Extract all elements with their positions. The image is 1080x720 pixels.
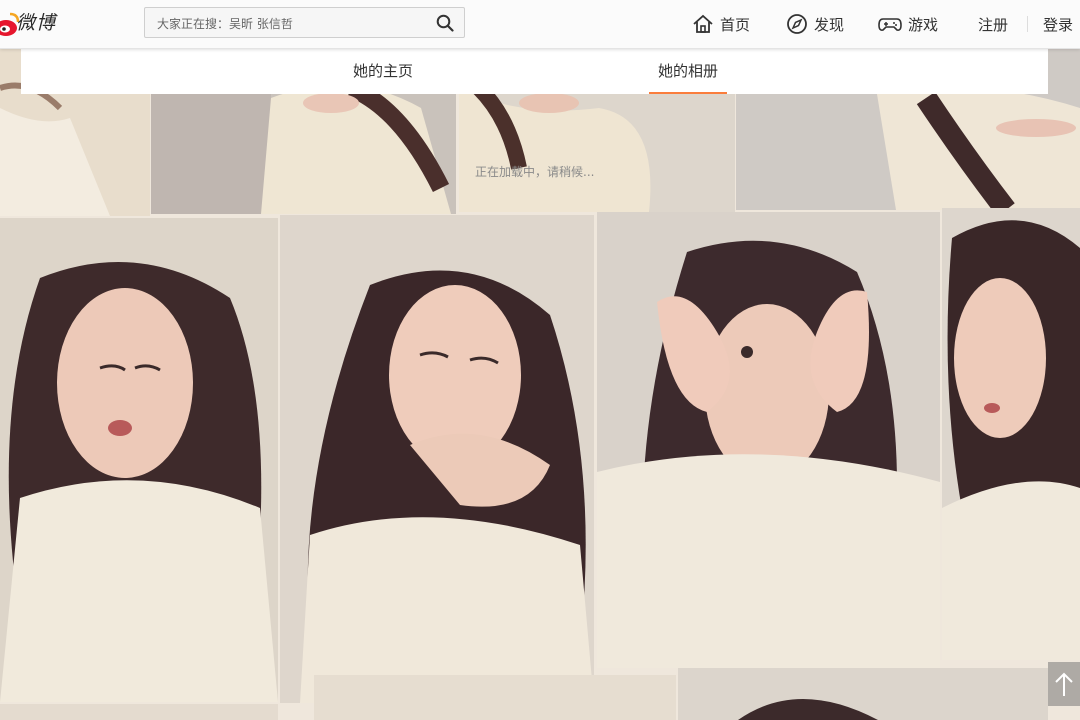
album-photo[interactable] (678, 668, 1048, 720)
register-link[interactable]: 注册 (978, 14, 1008, 35)
album-photo[interactable] (597, 212, 940, 668)
search-input[interactable] (155, 8, 429, 39)
login-link[interactable]: 登录 (1043, 14, 1073, 35)
album-photo[interactable] (0, 218, 278, 702)
album-photo[interactable] (280, 215, 594, 703)
loading-text: 正在加载中，请稍候... (475, 165, 595, 179)
tab-her-homepage[interactable]: 她的主页 (343, 49, 423, 94)
nav-games[interactable]: 游戏 (878, 0, 938, 48)
compass-icon (787, 14, 807, 34)
nav-divider (1027, 16, 1028, 32)
back-to-top-button[interactable] (1048, 662, 1080, 706)
search-icon[interactable] (436, 14, 454, 32)
nav-discover-label: 发现 (814, 15, 845, 34)
search-box[interactable] (144, 7, 465, 39)
profile-tabs: 她的主页 她的相册 (21, 49, 1048, 94)
nav-login[interactable]: 登录 (1043, 0, 1073, 48)
home-icon (693, 14, 713, 33)
nav-home-label: 首页 (720, 15, 751, 34)
arrow-up-icon (1055, 672, 1073, 696)
tab-her-album[interactable]: 她的相册 (649, 49, 727, 94)
logo-text[interactable]: 微博 (16, 8, 56, 35)
album-photo[interactable] (0, 704, 278, 720)
album-photo[interactable] (314, 675, 676, 720)
gamepad-icon (878, 18, 902, 31)
nav-home[interactable]: 首页 (692, 0, 750, 48)
nav-discover[interactable]: 发现 (786, 0, 844, 48)
nav-games-label: 游戏 (908, 15, 939, 34)
album-photo[interactable] (942, 208, 1080, 660)
top-bar: 微博 首页 发现 (0, 0, 1080, 49)
nav-register[interactable]: 注册 (978, 0, 1008, 48)
